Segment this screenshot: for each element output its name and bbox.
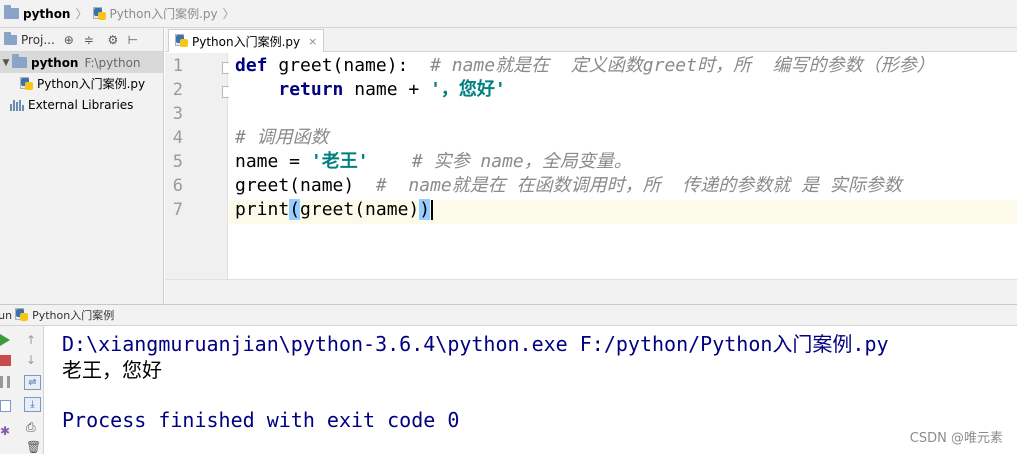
run-panel-header: Run Python入门案例: [0, 304, 1017, 326]
console-line: 老王，您好: [62, 358, 162, 382]
code-comment: # 调用函数: [235, 127, 329, 148]
print-icon[interactable]: ⎙: [26, 420, 40, 434]
code-token: greet(name): [300, 199, 420, 220]
tree-item-path: F:\python: [84, 55, 141, 70]
close-icon[interactable]: ×: [308, 35, 317, 48]
folder-icon: [12, 54, 27, 68]
library-icon: [10, 99, 24, 111]
tab-python-file[interactable]: Python入门案例.py ×: [168, 29, 325, 52]
line-number: 2: [172, 80, 183, 100]
down-arrow-icon[interactable]: ↓: [26, 353, 40, 367]
tab-label: Python入门案例.py: [192, 34, 301, 49]
code-comment: # name就是在 定义函数greet时，所 编写的参数（形参）: [430, 55, 935, 76]
project-folder-icon: [4, 31, 17, 45]
project-toolbar: Proj... ⊕ ≑ ⚙ ⊢: [0, 28, 163, 52]
code-line[interactable]: # 调用函数: [235, 126, 329, 150]
code-line[interactable]: print(greet(name)): [235, 198, 434, 222]
rerun-icon[interactable]: [0, 333, 14, 347]
trash-icon[interactable]: 🗑: [26, 440, 41, 454]
soft-wrap-icon[interactable]: ⇌: [24, 375, 41, 390]
run-panel-label: Run: [0, 308, 13, 322]
line-number: 4: [172, 128, 183, 148]
up-arrow-icon[interactable]: ↑: [26, 333, 40, 347]
tree-item-label: Python入门案例.py: [37, 77, 146, 91]
code-editor[interactable]: def greet(name): # name就是在 定义函数greet时，所 …: [229, 53, 1017, 279]
breadcrumb-separator: 〉: [75, 7, 88, 21]
tree-item-label: External Libraries: [28, 97, 134, 112]
code-line[interactable]: return name + '，您好': [235, 78, 506, 102]
editor-bottom-area: [165, 279, 1017, 304]
project-panel: Proj... ⊕ ≑ ⚙ ⊢ ▼ python F:\python Pytho…: [0, 28, 164, 304]
code-paren-match: (: [289, 199, 301, 220]
code-string: '老王': [310, 151, 369, 172]
tree-item-file[interactable]: Python入门案例.py: [0, 73, 163, 94]
hide-icon[interactable]: ⊢: [125, 32, 141, 48]
code-comment: # name就是在 在函数调用时，所 传递的参数就 是 实际参数: [375, 175, 902, 196]
watermark-text: CSDN @唯元素: [909, 431, 1003, 446]
tree-item-external-libraries[interactable]: External Libraries: [0, 94, 163, 115]
breadcrumb-file-label: Python入门案例.py: [109, 7, 218, 21]
scroll-to-end-icon[interactable]: ⤓: [24, 397, 41, 412]
code-token: greet(name):: [267, 55, 431, 76]
line-number: 1: [172, 56, 183, 76]
code-keyword: def: [235, 55, 268, 76]
line-number: 5: [172, 152, 183, 172]
line-number: 6: [172, 176, 183, 196]
expand-arrow-icon[interactable]: ▼: [0, 58, 12, 68]
python-file-icon: [92, 6, 107, 21]
project-view-selector[interactable]: Proj...: [21, 33, 55, 47]
stop-icon[interactable]: [0, 355, 11, 366]
breadcrumb-separator: 〉: [222, 7, 235, 21]
folder-icon: [4, 5, 19, 19]
editor-gutter: 1 2 3 4 5 6 7: [165, 53, 232, 279]
editor-tab-bar: Python入门案例.py ×: [165, 28, 1017, 52]
line-number: 7: [172, 200, 183, 220]
code-token: name +: [343, 79, 431, 100]
code-line[interactable]: name = '老王' # 实参 name，全局变量。: [235, 150, 632, 174]
breadcrumb-file[interactable]: Python入门案例.py: [89, 0, 222, 27]
navigation-bar: python 〉 Python入门案例.py 〉: [0, 0, 1017, 28]
run-config-name[interactable]: Python入门案例: [32, 307, 114, 323]
tree-item-label: python: [31, 55, 79, 70]
settings-icon[interactable]: ✱: [0, 424, 14, 438]
code-token: print: [235, 199, 290, 220]
locate-icon[interactable]: ⊕: [61, 32, 77, 48]
code-comment: # 实参 name，全局变量。: [411, 151, 632, 172]
run-toolbar: ↑ ↓ ⇌ ⤓ ✱ ⎙ 🗑: [0, 326, 44, 454]
breadcrumb-project-label: python: [23, 6, 71, 21]
collapse-icon[interactable]: ≑: [81, 32, 97, 48]
breadcrumb-project[interactable]: python: [0, 0, 74, 27]
code-token: greet(name): [235, 175, 376, 196]
console-line: D:\xiangmuruanjian\python-3.6.4\python.e…: [62, 332, 889, 356]
code-keyword: return: [278, 79, 344, 100]
python-file-icon: [20, 76, 34, 91]
code-string: '，您好': [430, 79, 506, 100]
pause-icon[interactable]: [0, 376, 10, 388]
code-line[interactable]: def greet(name): # name就是在 定义函数greet时，所 …: [235, 54, 935, 78]
python-file-icon: [175, 34, 189, 48]
gear-icon[interactable]: ⚙: [105, 32, 121, 48]
console-output[interactable]: D:\xiangmuruanjian\python-3.6.4\python.e…: [45, 326, 1017, 454]
line-number: 3: [172, 104, 183, 124]
code-line[interactable]: greet(name) # name就是在 在函数调用时，所 传递的参数就 是 …: [235, 174, 902, 198]
python-file-icon: [15, 308, 29, 322]
code-paren-match: ): [419, 199, 431, 220]
layout-icon[interactable]: [0, 400, 11, 412]
text-caret: [431, 200, 434, 220]
console-line: Process finished with exit code 0: [62, 408, 460, 432]
code-token: name =: [235, 151, 311, 172]
tree-item-python[interactable]: ▼ python F:\python: [0, 52, 163, 73]
